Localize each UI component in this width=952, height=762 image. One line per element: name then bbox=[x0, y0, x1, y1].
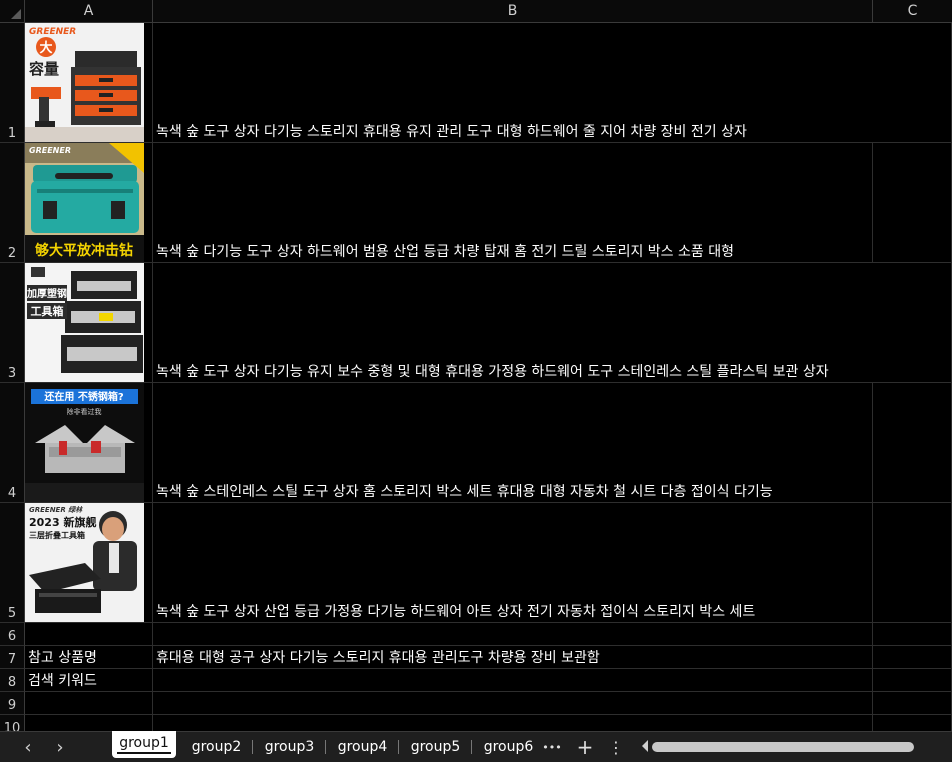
row-header-5[interactable]: 5 bbox=[0, 503, 25, 623]
tab-group3[interactable]: group3 bbox=[253, 732, 326, 762]
scroll-left-icon[interactable] bbox=[642, 740, 648, 752]
scrollbar-thumb[interactable] bbox=[652, 742, 914, 752]
tab-group2[interactable]: group2 bbox=[180, 732, 253, 762]
cell-c8[interactable] bbox=[873, 669, 952, 692]
image-brand-text: GREENER 绿林 bbox=[29, 505, 83, 514]
more-sheets-button[interactable]: ••• bbox=[540, 736, 564, 758]
row-header-8[interactable]: 8 bbox=[0, 669, 25, 692]
product-image-2[interactable]: GREENER 够大平放冲击钻 bbox=[25, 143, 144, 262]
tab-group1[interactable]: group1 bbox=[112, 731, 176, 758]
image-headline-text: 2023 新旗舰 bbox=[29, 515, 96, 529]
product-image-1[interactable]: GREENER 大 容量 bbox=[25, 23, 144, 142]
select-all-corner[interactable] bbox=[0, 0, 25, 23]
tab-group4[interactable]: group4 bbox=[326, 732, 399, 762]
cell-b6[interactable] bbox=[153, 623, 873, 646]
cell-c6[interactable] bbox=[873, 623, 952, 646]
cell-c1[interactable] bbox=[873, 23, 952, 143]
row-header-7[interactable]: 7 bbox=[0, 646, 25, 669]
row-header-2[interactable]: 2 bbox=[0, 143, 25, 263]
cell-c3[interactable] bbox=[873, 263, 952, 383]
cell-b10[interactable] bbox=[153, 715, 873, 731]
cell-c10[interactable] bbox=[873, 715, 952, 731]
tab-label: group1 bbox=[117, 735, 171, 754]
cell-a7[interactable]: 참고 상품명 bbox=[25, 646, 153, 669]
row-header-4[interactable]: 4 bbox=[0, 383, 25, 503]
image-brand-text: GREENER bbox=[29, 27, 76, 37]
image-caption-text: 加厚塑钢 bbox=[26, 287, 67, 300]
column-header-c[interactable]: C bbox=[873, 0, 952, 23]
row-header-10[interactable]: 10 bbox=[0, 715, 25, 731]
sheet-tab-bar: ‹ › group1 group2 group3 group4 group5 g… bbox=[0, 731, 952, 762]
image-caption-text: 容量 bbox=[28, 60, 59, 78]
image-caption-text: 够大平放冲击钻 bbox=[34, 242, 133, 259]
cell-a9[interactable] bbox=[25, 692, 153, 715]
cell-a8[interactable]: 검색 키워드 bbox=[25, 669, 153, 692]
image-badge-text: 大 bbox=[39, 40, 52, 56]
prev-sheet-button[interactable]: ‹ bbox=[17, 737, 39, 758]
image-brand-text: GREENER bbox=[29, 146, 71, 155]
product-image-5[interactable]: GREENER 绿林 2023 新旗舰 三层折叠工具箱 bbox=[25, 503, 144, 622]
horizontal-scrollbar[interactable] bbox=[636, 737, 952, 757]
sheet-options-button[interactable]: ⋮ bbox=[604, 736, 628, 758]
cell-b9[interactable] bbox=[153, 692, 873, 715]
row-header-6[interactable]: 6 bbox=[0, 623, 25, 646]
image-caption-text-2: 工具箱 bbox=[31, 304, 64, 318]
tab-group5[interactable]: group5 bbox=[399, 732, 472, 762]
add-sheet-button[interactable]: + bbox=[573, 735, 597, 759]
cell-b2[interactable]: 녹색 숲 다기능 도구 상자 하드웨어 범용 산업 등급 차량 탑재 홈 전기 … bbox=[153, 143, 873, 263]
cell-a6[interactable] bbox=[25, 623, 153, 646]
cell-c2[interactable] bbox=[873, 143, 952, 263]
row-header-1[interactable]: 1 bbox=[0, 23, 25, 143]
cell-b5[interactable]: 녹색 숲 도구 상자 산업 등급 가정용 다기능 하드웨어 아트 상자 전기 자… bbox=[153, 503, 873, 623]
row-header-9[interactable]: 9 bbox=[0, 692, 25, 715]
column-header-a[interactable]: A bbox=[25, 0, 153, 23]
cell-b3[interactable]: 녹색 숲 도구 상자 다기능 유지 보수 중형 및 대형 휴대용 가정용 하드웨… bbox=[153, 263, 873, 383]
cell-c5[interactable] bbox=[873, 503, 952, 623]
cell-b1[interactable]: 녹색 숲 도구 상자 다기능 스토리지 휴대용 유지 관리 도구 대형 하드웨어… bbox=[153, 23, 873, 143]
cell-c4[interactable] bbox=[873, 383, 952, 503]
product-image-3[interactable]: 加厚塑钢 工具箱 bbox=[25, 263, 144, 382]
cell-b7[interactable]: 휴대용 대형 공구 상자 다기능 스토리지 휴대용 관리도구 차량용 장비 보관… bbox=[153, 646, 873, 669]
next-sheet-button[interactable]: › bbox=[49, 737, 71, 758]
cell-b8[interactable] bbox=[153, 669, 873, 692]
cell-b4[interactable]: 녹색 숲 스테인레스 스틸 도구 상자 홈 스토리지 박스 세트 휴대용 대형 … bbox=[153, 383, 873, 503]
spreadsheet-grid[interactable]: A B C 1 2 3 4 5 6 7 8 9 10 녹색 숲 도구 상자 다기… bbox=[0, 0, 952, 731]
tab-group6[interactable]: group6 bbox=[472, 732, 545, 762]
cell-c7[interactable] bbox=[873, 646, 952, 669]
image-headline-text: 还在用 不锈钢箱? bbox=[43, 390, 123, 403]
row-header-3[interactable]: 3 bbox=[0, 263, 25, 383]
scrollbar-track[interactable] bbox=[652, 742, 952, 752]
column-header-b[interactable]: B bbox=[153, 0, 873, 23]
product-image-4[interactable]: 还在用 不锈钢箱? 除非看过我 bbox=[25, 383, 144, 502]
cell-a10[interactable] bbox=[25, 715, 153, 731]
cell-c9[interactable] bbox=[873, 692, 952, 715]
image-caption-text: 三层折叠工具箱 bbox=[29, 530, 85, 540]
image-subline-text: 除非看过我 bbox=[67, 407, 102, 416]
